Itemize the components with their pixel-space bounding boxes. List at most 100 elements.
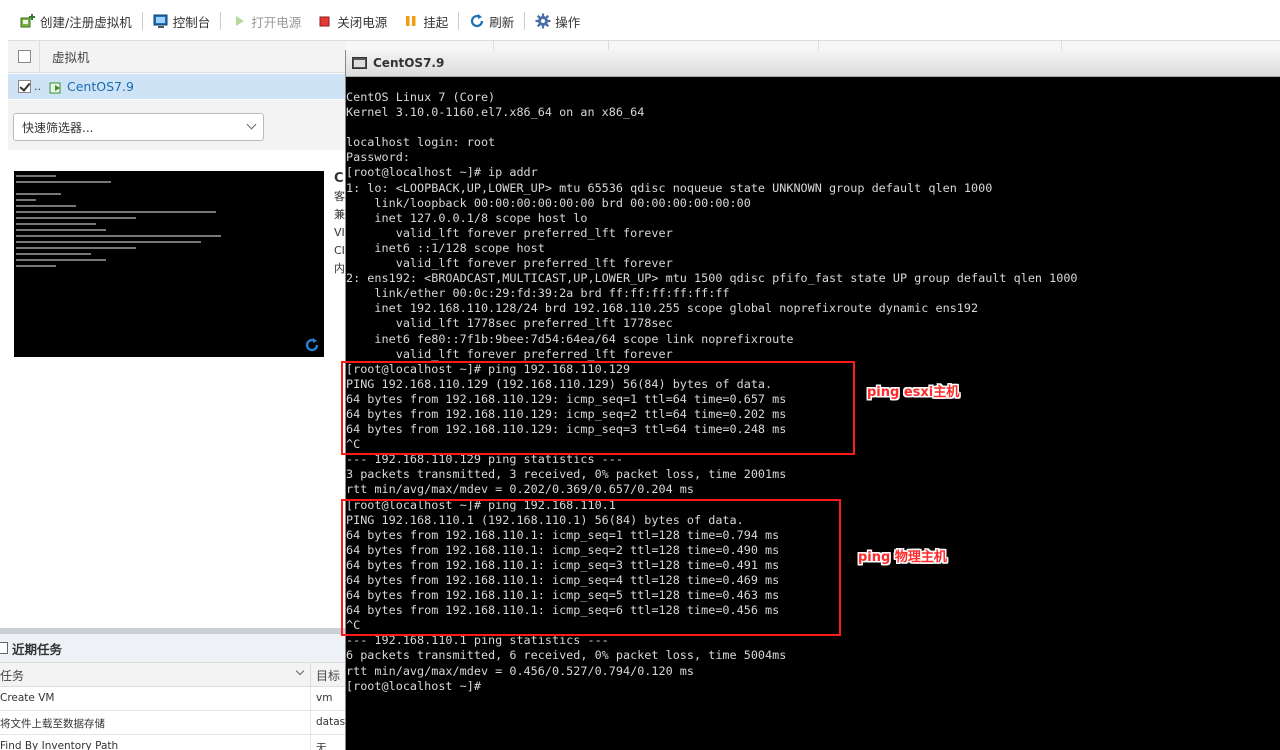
column-divider <box>39 40 40 73</box>
table-header-background <box>345 40 1280 51</box>
task-name: Create VM <box>0 692 55 704</box>
power-off-button[interactable]: 关闭电源 <box>309 7 395 35</box>
column-divider <box>310 687 311 711</box>
task-row[interactable]: Find By Inventory Path 无 <box>0 735 345 750</box>
console-window-icon <box>352 57 367 69</box>
thumbnail-text-line <box>16 259 106 261</box>
toolbar: 创建/注册虚拟机 控制台 打开电源 关闭电源 挂起 刷新 操作 <box>0 0 1280 42</box>
target-column-header[interactable]: 目标 <box>316 667 340 684</box>
console-title-bar[interactable]: CentOS7.9 <box>346 50 1280 77</box>
actions-button[interactable]: 操作 <box>527 7 588 35</box>
thumbnail-text-line <box>16 199 36 201</box>
terminal-line: inet6 ::1/128 scope host <box>346 240 545 255</box>
vm-row-ellipsis: .. <box>34 80 41 93</box>
ping-esxi-annotation: ping esxi主机 <box>867 385 960 400</box>
ping-esxi-highlight-box <box>341 361 855 455</box>
filter-area: 快速筛选器... <box>8 100 345 150</box>
refresh-label: 刷新 <box>489 14 515 30</box>
thumbnail-text-line <box>16 247 136 249</box>
power-off-label: 关闭电源 <box>337 14 388 30</box>
thumbnail-text-line <box>16 253 91 255</box>
stop-icon <box>317 13 333 29</box>
power-on-label: 打开电源 <box>251 14 302 30</box>
vm-column-header[interactable]: 虚拟机 <box>52 47 90 66</box>
terminal-line: Password: <box>346 150 410 165</box>
thumbnail-text-line <box>16 205 76 207</box>
thumbnail-text-line <box>16 223 96 225</box>
toolbar-divider <box>220 12 222 30</box>
task-row[interactable]: Create VM vm <box>0 687 345 711</box>
vm-row-checkbox[interactable] <box>18 80 31 93</box>
terminal-line: 3 packets transmitted, 3 received, 0% pa… <box>346 467 787 482</box>
terminal-line: valid_lft forever preferred_lft forever <box>346 346 673 361</box>
tasks-icon <box>0 642 8 654</box>
quick-filter-value: 快速筛选器... <box>22 120 94 135</box>
select-all-checkbox[interactable] <box>18 50 31 63</box>
terminal-line: 6 packets transmitted, 6 received, 0% pa… <box>346 648 787 663</box>
toolbar-divider <box>524 12 526 30</box>
task-column-header[interactable]: 任务 <box>0 667 24 684</box>
terminal-line: [root@localhost ~]# <box>346 678 481 693</box>
terminal-line: inet6 fe80::7f1b:9bee:7d54:64ea/64 scope… <box>346 331 794 346</box>
thumbnail-text-line <box>16 175 56 177</box>
chevron-down-icon[interactable] <box>295 666 305 676</box>
ping-physical-highlight-box <box>341 499 841 636</box>
toolbar-divider <box>141 12 143 30</box>
recent-tasks-header[interactable]: 近期任务 <box>0 634 345 662</box>
terminal-line: rtt min/avg/max/mdev = 0.456/0.527/0.794… <box>346 663 695 678</box>
create-vm-button[interactable]: 创建/注册虚拟机 <box>12 7 140 35</box>
thumbnail-text-line <box>16 211 216 213</box>
pause-icon <box>403 13 419 29</box>
vm-console-thumbnail[interactable] <box>14 171 324 357</box>
terminal-line: 1: lo: <LOOPBACK,UP,LOWER_UP> mtu 65536 … <box>346 180 993 195</box>
terminal-line: Kernel 3.10.0-1160.el7.x86_64 on an x86_… <box>346 105 645 120</box>
thumbnail-text-line <box>16 265 56 267</box>
refresh-icon <box>469 13 485 29</box>
terminal-line: valid_lft 1778sec preferred_lft 1778sec <box>346 316 673 331</box>
create-vm-label: 创建/注册虚拟机 <box>40 14 132 30</box>
task-row[interactable]: 将文件上载至数据存储 datastore <box>0 711 345 735</box>
vm-row[interactable]: .. CentOS7.9 <box>8 74 345 99</box>
task-name: Find By Inventory Path <box>0 740 119 750</box>
vm-powered-on-icon <box>49 80 63 94</box>
quick-filter-select[interactable]: 快速筛选器... <box>13 113 264 141</box>
terminal-line: 2: ens192: <BROADCAST,MULTICAST,UP,LOWER… <box>346 271 1078 286</box>
task-name: 将文件上载至数据存储 <box>0 718 105 730</box>
thumbnail-text-line <box>16 217 136 219</box>
console-icon <box>153 13 169 29</box>
console-label: 控制台 <box>172 14 211 30</box>
gear-icon <box>535 13 551 29</box>
create-vm-icon <box>20 13 36 29</box>
recent-tasks-title: 近期任务 <box>12 641 63 657</box>
ping-physical-annotation: ping 物理主机 <box>858 550 947 565</box>
vm-list-header: 虚拟机 <box>8 40 345 73</box>
terminal-line: link/ether 00:0c:29:fd:39:2a brd ff:ff:f… <box>346 286 730 301</box>
tasks-table-header: 任务 目标 <box>0 662 345 688</box>
thumbnail-text-line <box>16 241 201 243</box>
terminal-line: rtt min/avg/max/mdev = 0.202/0.369/0.657… <box>346 482 695 497</box>
column-divider <box>310 663 311 688</box>
play-icon <box>231 13 247 29</box>
terminal-line: valid_lft forever preferred_lft forever <box>346 256 673 271</box>
thumbnail-text-line <box>16 229 106 231</box>
column-divider <box>310 711 311 735</box>
console-button[interactable]: 控制台 <box>145 7 219 35</box>
suspend-button[interactable]: 挂起 <box>395 7 456 35</box>
task-target: 无 <box>316 742 327 750</box>
terminal-line: valid_lft forever preferred_lft forever <box>346 225 673 240</box>
task-target: vm <box>316 692 333 704</box>
chevron-down-icon <box>246 119 257 130</box>
vm-name-link[interactable]: CentOS7.9 <box>67 79 134 94</box>
thumbnail-text-line <box>16 181 111 183</box>
power-on-button[interactable]: 打开电源 <box>223 7 309 35</box>
suspend-label: 挂起 <box>423 14 449 30</box>
terminal-line: localhost login: root <box>346 135 496 150</box>
refresh-button[interactable]: 刷新 <box>461 7 522 35</box>
terminal-line: inet 127.0.0.1/8 scope host lo <box>346 210 588 225</box>
console-title: CentOS7.9 <box>373 56 445 70</box>
terminal-line: CentOS Linux 7 (Core) <box>346 90 496 104</box>
terminal-line: inet 192.168.110.128/24 brd 192.168.110.… <box>346 301 979 316</box>
refresh-icon[interactable] <box>304 337 320 353</box>
terminal-line: [root@localhost ~]# ip addr <box>346 165 538 180</box>
task-target: datastore <box>316 716 345 728</box>
